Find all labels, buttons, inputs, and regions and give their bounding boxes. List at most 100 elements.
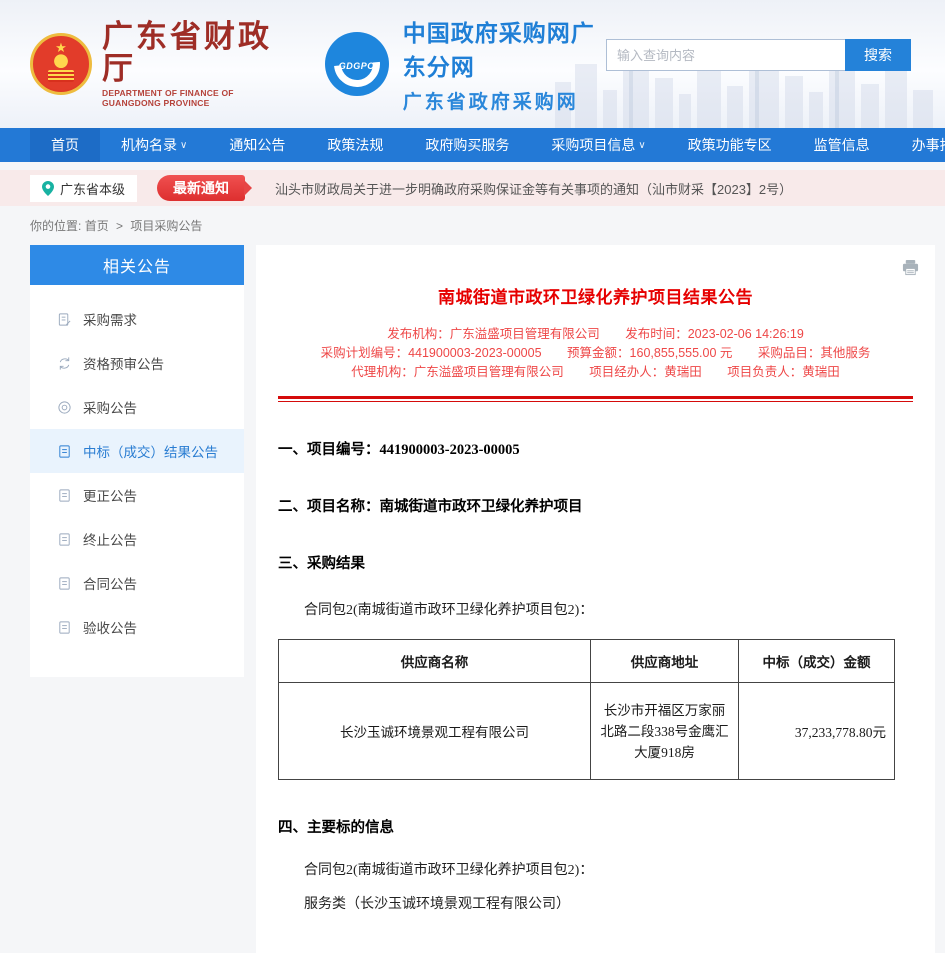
nav-item-supervision[interactable]: 监管信息 bbox=[793, 128, 891, 162]
sidebar-item-correction[interactable]: 更正公告 bbox=[30, 473, 244, 517]
nav-label: 首页 bbox=[51, 135, 79, 155]
sidebar-item-label: 资格预审公告 bbox=[83, 353, 164, 373]
col-header-award-amount: 中标（成交）金额 bbox=[739, 640, 895, 683]
sidebar-item-procurement-demand[interactable]: 采购需求 bbox=[30, 297, 244, 341]
sidebar-item-procurement-notice[interactable]: 采购公告 bbox=[30, 385, 244, 429]
search-input[interactable] bbox=[606, 39, 845, 71]
sidebar-item-label: 验收公告 bbox=[83, 617, 137, 637]
sidebar-item-label: 中标（成交）结果公告 bbox=[83, 441, 218, 461]
doc-icon bbox=[57, 576, 72, 591]
cell-supplier-address: 长沙市开福区万家丽北路二段338号金鹰汇大厦918房 bbox=[591, 683, 739, 780]
breadcrumb: 你的位置: 首页 > 项目采购公告 bbox=[0, 206, 945, 243]
cell-award-amount: 37,233,778.80元 bbox=[739, 683, 895, 780]
notice-link[interactable]: 汕头市财政局关于进一步明确政府采购保证金等有关事项的通知（汕市财采【2023】2… bbox=[275, 179, 792, 198]
meta-line: 代理机构：广东溢盛项目管理有限公司 项目经办人：黄瑞田 项目负责人：黄瑞田 bbox=[278, 363, 913, 382]
contract-package-line: 合同包2(南城街道市政环卫绿化养护项目包2)： bbox=[278, 859, 913, 879]
meta-label: 代理机构： bbox=[351, 365, 414, 379]
chevron-down-icon: ∨ bbox=[638, 140, 645, 151]
red-divider-thick bbox=[278, 396, 913, 399]
nav-item-policy-zone[interactable]: 政策功能专区 bbox=[667, 128, 793, 162]
latest-notice-badge: 最新通知 bbox=[157, 175, 245, 201]
nav-label: 政策法规 bbox=[327, 135, 383, 155]
sidebar-item-label: 采购公告 bbox=[83, 397, 137, 417]
content-area: 相关公告 采购需求 资格预审公告 采购公告 中标（成交）结果公告 更正公告 bbox=[0, 243, 945, 953]
doc-icon bbox=[57, 620, 72, 635]
nav-label: 采购项目信息 bbox=[551, 135, 635, 155]
meta-label: 预算金额： bbox=[567, 346, 630, 360]
sidebar-item-termination[interactable]: 终止公告 bbox=[30, 517, 244, 561]
meta-value: 其他服务 bbox=[820, 346, 870, 360]
breadcrumb-separator: > bbox=[116, 219, 123, 233]
related-notices-sidebar: 相关公告 采购需求 资格预审公告 采购公告 中标（成交）结果公告 更正公告 bbox=[30, 245, 244, 677]
national-emblem-icon bbox=[30, 33, 92, 95]
site-logo[interactable]: GDGPO 中国政府采购网广东分网 广东省政府采购网 bbox=[293, 14, 606, 114]
header-inner: 广东省财政厅 DEPARTMENT OF FINANCE OF GUANGDON… bbox=[0, 0, 945, 128]
meta-line: 发布机构：广东溢盛项目管理有限公司 发布时间：2023-02-06 14:26:… bbox=[278, 325, 913, 344]
announcement-panel: 南城街道市政环卫绿化养护项目结果公告 发布机构：广东溢盛项目管理有限公司 发布时… bbox=[256, 245, 935, 953]
site-header: 广东省财政厅 DEPARTMENT OF FINANCE OF GUANGDON… bbox=[0, 0, 945, 128]
gdgpo-abbr: GDGPO bbox=[339, 61, 375, 71]
search-button[interactable]: 搜索 bbox=[845, 39, 911, 71]
location-pin-icon bbox=[42, 181, 54, 196]
nav-item-org-directory[interactable]: 机构名录∨ bbox=[100, 128, 208, 162]
nav-label: 政府购买服务 bbox=[425, 135, 509, 155]
meta-value: 160,855,555.00 元 bbox=[630, 346, 733, 360]
nav-item-guide[interactable]: 办事指南 bbox=[891, 128, 945, 162]
red-divider-thin bbox=[278, 401, 913, 402]
sidebar-item-label: 采购需求 bbox=[83, 309, 137, 329]
print-icon[interactable] bbox=[901, 259, 920, 276]
sidebar-item-prequalification[interactable]: 资格预审公告 bbox=[30, 341, 244, 385]
site-title-main: 中国政府采购网广东分网 bbox=[403, 14, 606, 82]
nav-label: 办事指南 bbox=[912, 135, 945, 155]
section-main-subject-info: 四、主要标的信息 bbox=[278, 816, 913, 837]
cell-supplier-name: 长沙玉诚环境景观工程有限公司 bbox=[279, 683, 591, 780]
announcement-title: 南城街道市政环卫绿化养护项目结果公告 bbox=[278, 283, 913, 308]
col-header-supplier-name: 供应商名称 bbox=[279, 640, 591, 683]
sidebar-item-contract[interactable]: 合同公告 bbox=[30, 561, 244, 605]
doc-icon bbox=[57, 532, 72, 547]
table-row: 长沙玉诚环境景观工程有限公司 长沙市开福区万家丽北路二段338号金鹰汇大厦918… bbox=[279, 683, 895, 780]
meta-value: 441900003-2023-00005 bbox=[408, 346, 541, 360]
site-title-sub: 广东省政府采购网 bbox=[403, 87, 606, 114]
sidebar-item-label: 合同公告 bbox=[83, 573, 137, 593]
service-category-line: 服务类（长沙玉诚环境景观工程有限公司） bbox=[278, 893, 913, 913]
breadcrumb-home-link[interactable]: 首页 bbox=[85, 219, 109, 233]
doc-pen-icon bbox=[57, 312, 72, 327]
region-label: 广东省本级 bbox=[60, 179, 125, 198]
nav-label: 通知公告 bbox=[229, 135, 285, 155]
meta-value: 广东溢盛项目管理有限公司 bbox=[450, 327, 600, 341]
sync-icon bbox=[57, 356, 72, 371]
sidebar-item-label: 更正公告 bbox=[83, 485, 137, 505]
table-header-row: 供应商名称 供应商地址 中标（成交）金额 bbox=[279, 640, 895, 683]
meta-value: 黄瑞田 bbox=[802, 365, 840, 379]
notice-bar: 广东省本级 最新通知 汕头市财政局关于进一步明确政府采购保证金等有关事项的通知（… bbox=[0, 170, 945, 206]
nav-item-home[interactable]: 首页 bbox=[30, 128, 100, 162]
nav-item-notices[interactable]: 通知公告 bbox=[208, 128, 306, 162]
sidebar-item-acceptance[interactable]: 验收公告 bbox=[30, 605, 244, 649]
sidebar-item-label: 终止公告 bbox=[83, 529, 137, 549]
nav-label: 监管信息 bbox=[814, 135, 870, 155]
dept-text: 广东省财政厅 DEPARTMENT OF FINANCE OF GUANGDON… bbox=[102, 21, 293, 108]
region-selector[interactable]: 广东省本级 bbox=[30, 175, 137, 202]
sidebar-title: 相关公告 bbox=[30, 245, 244, 285]
result-table: 供应商名称 供应商地址 中标（成交）金额 长沙玉诚环境景观工程有限公司 长沙市开… bbox=[278, 639, 895, 780]
col-header-supplier-address: 供应商地址 bbox=[591, 640, 739, 683]
announcement-meta: 发布机构：广东溢盛项目管理有限公司 发布时间：2023-02-06 14:26:… bbox=[278, 325, 913, 382]
finance-dept-logo[interactable]: 广东省财政厅 DEPARTMENT OF FINANCE OF GUANGDON… bbox=[30, 21, 293, 108]
announcement-body: 一、项目编号：441900003-2023-00005 二、项目名称：南城街道市… bbox=[278, 438, 913, 913]
meta-label: 发布时间： bbox=[625, 327, 688, 341]
gdgpo-logo-icon: GDGPO bbox=[325, 32, 389, 96]
nav-item-gov-purchase-services[interactable]: 政府购买服务 bbox=[404, 128, 530, 162]
meta-label: 采购计划编号： bbox=[321, 346, 409, 360]
nav-item-policies[interactable]: 政策法规 bbox=[306, 128, 404, 162]
sidebar-list: 采购需求 资格预审公告 采购公告 中标（成交）结果公告 更正公告 终止公告 bbox=[30, 285, 244, 649]
section-project-name: 二、项目名称：南城街道市政环卫绿化养护项目 bbox=[278, 495, 913, 516]
dept-name-en: DEPARTMENT OF FINANCE OF GUANGDONG PROVI… bbox=[102, 88, 293, 108]
site-title-block: 中国政府采购网广东分网 广东省政府采购网 bbox=[403, 14, 606, 114]
meta-value: 广东溢盛项目管理有限公司 bbox=[414, 365, 564, 379]
doc-icon bbox=[57, 444, 72, 459]
meta-label: 项目负责人： bbox=[727, 365, 802, 379]
breadcrumb-current: 项目采购公告 bbox=[130, 219, 202, 233]
nav-item-procurement-info[interactable]: 采购项目信息∨ bbox=[530, 128, 666, 162]
sidebar-item-award-result[interactable]: 中标（成交）结果公告 bbox=[30, 429, 244, 473]
